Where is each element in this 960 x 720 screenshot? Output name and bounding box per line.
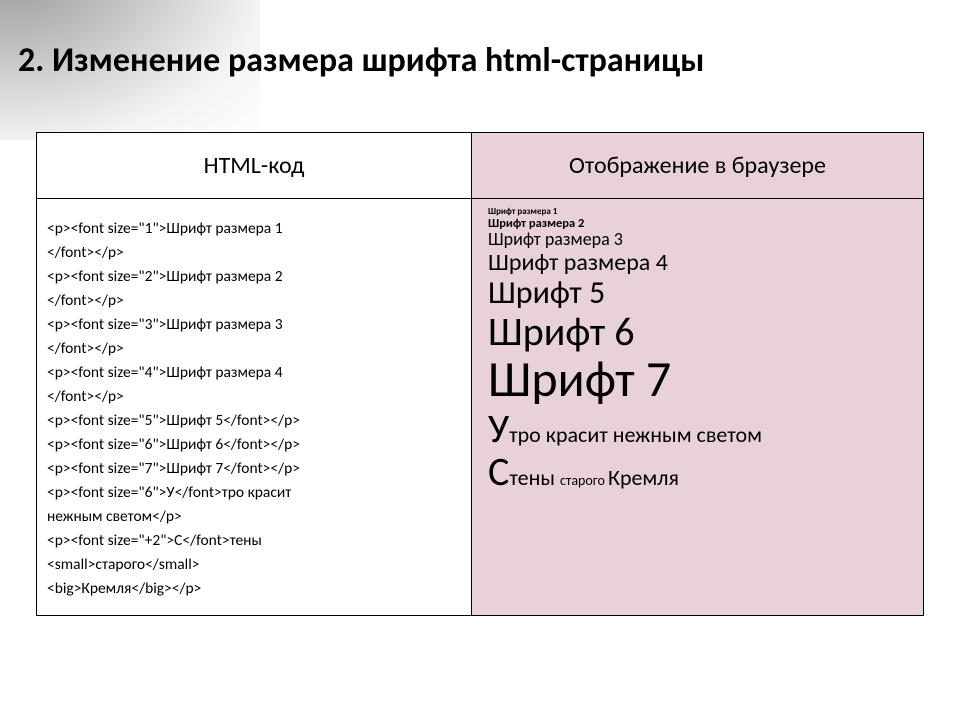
code-line: <p><font size="5">Шрифт 5</font></p> [47, 409, 461, 433]
poem1-rest: тро красит нежным светом [509, 421, 762, 448]
code-line: <p><font size="1">Шрифт размера 1 [47, 217, 461, 241]
render-poem-1: Утро красит нежным светом [488, 407, 907, 450]
code-line: </font></p> [47, 241, 461, 265]
code-line: <p><font size="4">Шрифт размера 4 [47, 361, 461, 385]
code-line: </font></p> [47, 337, 461, 361]
code-line: <p><font size="+2">С</font>тены [47, 529, 461, 553]
code-line: нежным светом</p> [47, 505, 461, 529]
render-size-3: Шрифт размера 3 [488, 230, 907, 249]
code-line: <p><font size="7">Шрифт 7</font></p> [47, 457, 461, 481]
render-size-7: Шрифт 7 [488, 353, 907, 407]
code-line: <p><font size="3">Шрифт размера 3 [47, 313, 461, 337]
slide-title: 2. Изменение размера шрифта html-страниц… [18, 40, 704, 81]
header-browser-render: Отображение в браузере [472, 133, 924, 199]
code-line: <big>Кремля</big></p> [47, 577, 461, 601]
code-line: </font></p> [47, 289, 461, 313]
table-body-row: <p><font size="1">Шрифт размера 1 </font… [37, 199, 924, 616]
code-line: <small>старого</small> [47, 553, 461, 577]
header-html-code: HTML-код [37, 133, 472, 199]
table-header-row: HTML-код Отображение в браузере [37, 133, 924, 199]
render-size-5: Шрифт 5 [488, 276, 907, 311]
poem1-capital: У [488, 404, 509, 453]
code-line: </font></p> [47, 385, 461, 409]
poem2-small: старого [560, 472, 608, 489]
render-size-4: Шрифт размера 4 [488, 250, 907, 276]
cell-browser-render: Шрифт размера 1 Шрифт размера 2 Шрифт ра… [472, 199, 924, 616]
poem2-a: тены [509, 464, 560, 491]
poem2-big: Кремля [608, 464, 679, 491]
code-line: <p><font size="2">Шрифт размера 2 [47, 265, 461, 289]
cell-html-code: <p><font size="1">Шрифт размера 1 </font… [37, 199, 472, 616]
code-line: <p><font size="6">Шрифт 6</font></p> [47, 433, 461, 457]
font-size-table: HTML-код Отображение в браузере <p><font… [36, 132, 924, 616]
render-poem-2: Стены старого Кремля [488, 450, 907, 493]
poem2-capital: С [488, 447, 509, 496]
code-line: <p><font size="6">У</font>тро красит [47, 481, 461, 505]
render-size-6: Шрифт 6 [488, 310, 907, 353]
